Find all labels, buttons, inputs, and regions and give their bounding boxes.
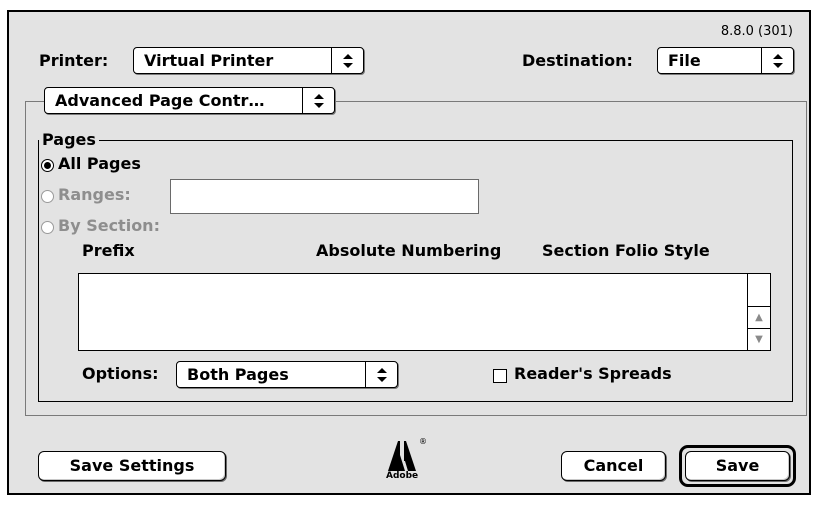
column-header-absolute-numbering: Absolute Numbering xyxy=(316,241,502,260)
destination-label: Destination: xyxy=(522,51,633,70)
scroll-up-arrow-icon[interactable]: ▲ xyxy=(748,306,770,328)
print-dialog: 8.8.0 (301) Printer: Virtual Printer Des… xyxy=(7,10,811,495)
printer-value: Virtual Printer xyxy=(144,51,274,70)
panel-menu-popup[interactable]: Advanced Page Contr… xyxy=(44,87,335,114)
up-down-arrows-icon xyxy=(365,362,397,387)
printer-popup[interactable]: Virtual Printer xyxy=(133,47,364,74)
adobe-logo: Adobe ® xyxy=(386,437,427,485)
section-list[interactable]: ▲ ▼ xyxy=(78,273,771,351)
up-down-arrows-icon xyxy=(302,88,334,113)
list-scrollbar[interactable]: ▲ ▼ xyxy=(747,274,770,350)
ranges-input[interactable] xyxy=(170,179,479,214)
cancel-button[interactable]: Cancel xyxy=(561,451,666,481)
save-settings-button[interactable]: Save Settings xyxy=(38,451,226,481)
destination-popup[interactable]: File xyxy=(657,47,794,74)
all-pages-label[interactable]: All Pages xyxy=(58,154,141,173)
column-header-prefix: Prefix xyxy=(82,241,135,260)
up-down-arrows-icon xyxy=(761,48,793,73)
all-pages-radio[interactable] xyxy=(41,159,54,172)
pages-group-title: Pages xyxy=(39,130,99,149)
ranges-label: Ranges: xyxy=(58,185,131,204)
ranges-radio[interactable] xyxy=(41,190,54,203)
options-popup[interactable]: Both Pages xyxy=(176,361,398,388)
radio-selected-dot xyxy=(44,162,51,169)
by-section-label: By Section: xyxy=(58,216,160,235)
readers-spreads-label[interactable]: Reader's Spreads xyxy=(514,364,672,383)
by-section-radio[interactable] xyxy=(41,221,54,234)
up-down-arrows-icon xyxy=(331,48,363,73)
version-label: 8.8.0 (301) xyxy=(720,24,793,39)
destination-value: File xyxy=(668,51,701,70)
scroll-down-arrow-icon[interactable]: ▼ xyxy=(748,328,770,350)
options-value: Both Pages xyxy=(187,365,289,384)
printer-label: Printer: xyxy=(39,51,109,70)
panel-menu-value: Advanced Page Contr… xyxy=(55,91,265,110)
readers-spreads-checkbox[interactable] xyxy=(493,369,507,383)
options-label: Options: xyxy=(82,364,159,383)
save-button[interactable]: Save xyxy=(685,451,790,481)
column-header-section-folio-style: Section Folio Style xyxy=(542,241,710,260)
registered-mark: ® xyxy=(419,437,427,446)
adobe-logo-text: Adobe xyxy=(386,471,419,481)
